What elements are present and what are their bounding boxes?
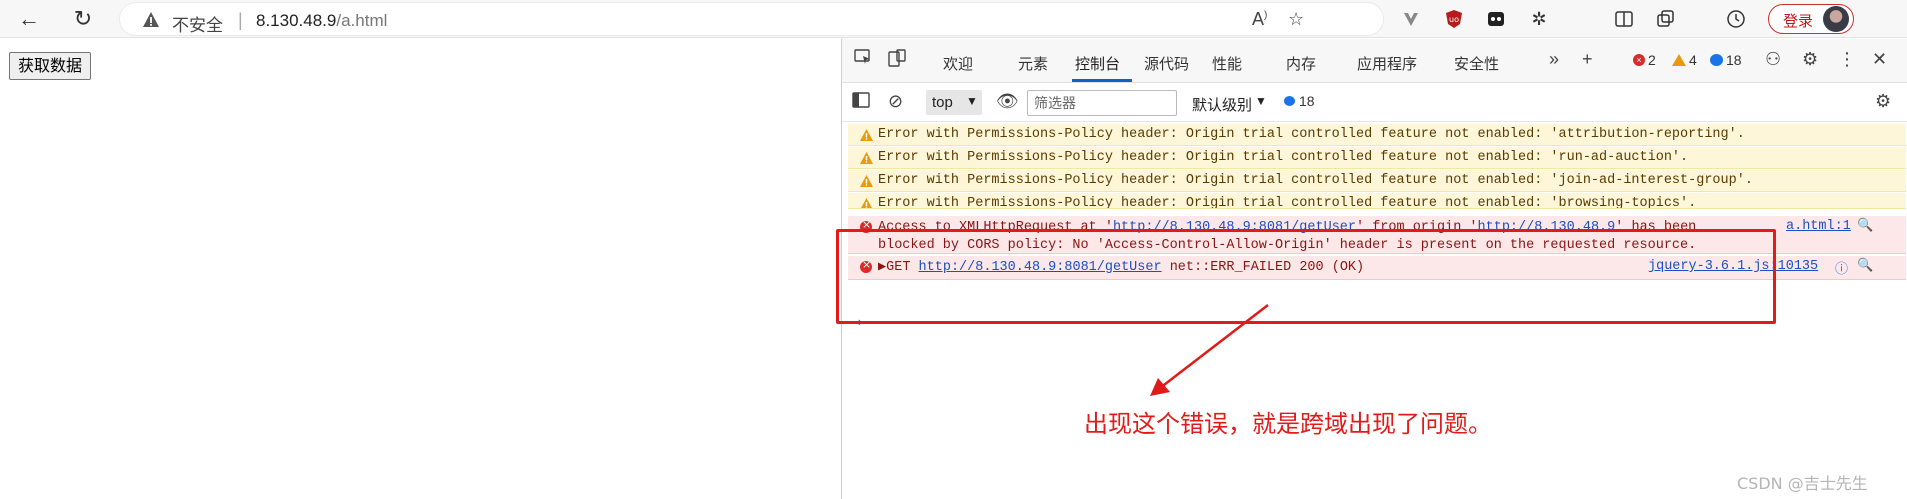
tab-welcome[interactable]: 欢迎 bbox=[943, 53, 973, 74]
warning-message: Error with Permissions-Policy header: Or… bbox=[878, 173, 1753, 188]
url-path: /a.html bbox=[336, 11, 388, 30]
history-icon[interactable] bbox=[1722, 5, 1750, 33]
warning-count: 4 bbox=[1689, 52, 1697, 68]
more-tabs-icon[interactable]: » bbox=[1549, 49, 1559, 70]
filter-message-count[interactable]: 18 bbox=[1284, 93, 1315, 109]
warning-icon bbox=[860, 175, 873, 187]
network-request-icon[interactable]: ⓘ bbox=[1835, 258, 1848, 277]
feedback-icon[interactable]: ⚇ bbox=[1765, 49, 1781, 70]
extension-v-icon[interactable] bbox=[1397, 5, 1425, 33]
tab-security[interactable]: 安全性 bbox=[1454, 53, 1499, 74]
console-warning-row[interactable]: Error with Permissions-Policy header: Or… bbox=[848, 170, 1906, 192]
collections-icon[interactable] bbox=[1652, 5, 1680, 33]
warning-icon bbox=[860, 129, 873, 141]
warning-message: Error with Permissions-Policy header: Or… bbox=[878, 150, 1689, 165]
console-warning-row[interactable]: Error with Permissions-Policy header: Or… bbox=[848, 124, 1906, 146]
add-tab-icon[interactable]: + bbox=[1582, 49, 1593, 70]
annotation-highlight-box bbox=[836, 229, 1776, 324]
extensions-puzzle-icon[interactable]: ✲ bbox=[1525, 5, 1553, 33]
login-button[interactable]: 登录 bbox=[1768, 4, 1854, 34]
devtools-tabbar: 欢迎 元素 控制台 源代码 性能 内存 应用程序 安全性 » + × 2 4 1… bbox=[842, 39, 1907, 83]
console-warning-row[interactable]: Error with Permissions-Policy header: Or… bbox=[848, 193, 1906, 209]
warning-message: Error with Permissions-Policy header: Or… bbox=[878, 196, 1697, 209]
sidebar-toggle-icon[interactable] bbox=[852, 92, 870, 113]
close-devtools-icon[interactable]: ✕ bbox=[1872, 49, 1887, 70]
split-screen-icon[interactable] bbox=[1610, 5, 1638, 33]
tab-application[interactable]: 应用程序 bbox=[1357, 53, 1417, 74]
tab-sources[interactable]: 源代码 bbox=[1144, 53, 1189, 74]
read-aloud-icon[interactable]: A) bbox=[1252, 9, 1267, 30]
console-filterbar: ⊘ top ▼ 👁 默认级别 ▼ 18 ⚙ bbox=[842, 84, 1907, 122]
page-content: 获取数据 bbox=[0, 39, 841, 499]
chevron-down-icon: ▼ bbox=[1255, 94, 1267, 108]
clear-console-icon[interactable]: ⊘ bbox=[888, 91, 903, 112]
source-link[interactable]: a.html:1 bbox=[1786, 219, 1851, 234]
back-icon[interactable]: ← bbox=[14, 4, 44, 34]
search-icon[interactable]: 🔍 bbox=[1857, 218, 1873, 233]
message-icon bbox=[1710, 54, 1723, 66]
error-count: 2 bbox=[1648, 52, 1656, 68]
log-level-select[interactable]: 默认级别 bbox=[1192, 94, 1252, 115]
tab-console[interactable]: 控制台 bbox=[1075, 53, 1120, 74]
more-options-icon[interactable]: ⋮ bbox=[1838, 49, 1856, 70]
console-settings-gear-icon[interactable]: ⚙ bbox=[1875, 91, 1891, 112]
avatar bbox=[1823, 6, 1849, 32]
watermark: CSDN @吉士先生 bbox=[1737, 474, 1868, 493]
error-icon: × bbox=[1633, 54, 1645, 66]
search-icon[interactable]: 🔍 bbox=[1857, 258, 1873, 273]
chevron-down-icon: ▼ bbox=[966, 94, 978, 108]
warning-icon[interactable] bbox=[142, 11, 160, 29]
tab-memory[interactable]: 内存 bbox=[1286, 53, 1316, 74]
message-icon bbox=[1284, 96, 1295, 106]
address-bar[interactable]: 不安全 | 8.130.48.9/a.html A) ☆ bbox=[119, 2, 1384, 36]
live-expression-eye-icon[interactable]: 👁 bbox=[996, 91, 1019, 112]
console-warning-row[interactable]: Error with Permissions-Policy header: Or… bbox=[848, 147, 1906, 169]
extension-dark-icon[interactable] bbox=[1482, 5, 1510, 33]
filter-message-count-value: 18 bbox=[1299, 93, 1315, 109]
settings-gear-icon[interactable]: ⚙ bbox=[1802, 49, 1818, 70]
url-text[interactable]: 8.130.48.9/a.html bbox=[256, 11, 387, 31]
ublock-icon[interactable]: uo bbox=[1440, 5, 1468, 33]
console-filter-input[interactable] bbox=[1027, 90, 1177, 116]
warning-count-badge[interactable]: 4 bbox=[1672, 52, 1697, 68]
warning-icon bbox=[1672, 54, 1686, 66]
device-emulation-icon[interactable] bbox=[888, 49, 906, 72]
context-label: top bbox=[932, 94, 953, 111]
url-host: 8.130.48.9 bbox=[256, 11, 337, 30]
login-label: 登录 bbox=[1783, 13, 1814, 30]
browser-toolbar: ← ↻ 不安全 | 8.130.48.9/a.html A) ☆ uo ✲ 登录 bbox=[0, 0, 1907, 38]
favorite-star-icon[interactable]: ☆ bbox=[1288, 9, 1304, 30]
context-select[interactable]: top ▼ bbox=[926, 90, 982, 115]
fetch-data-button[interactable]: 获取数据 bbox=[9, 52, 92, 80]
tab-performance[interactable]: 性能 bbox=[1212, 53, 1242, 74]
message-count: 18 bbox=[1726, 52, 1742, 68]
warning-icon bbox=[861, 198, 872, 208]
refresh-icon[interactable]: ↻ bbox=[68, 4, 98, 34]
security-status[interactable]: 不安全 bbox=[172, 11, 223, 36]
tab-elements[interactable]: 元素 bbox=[1018, 53, 1048, 74]
address-separator: | bbox=[238, 10, 243, 30]
annotation-text: 出现这个错误，就是跨域出现了问题。 bbox=[1084, 410, 1492, 438]
message-count-badge[interactable]: 18 bbox=[1710, 52, 1742, 68]
active-tab-indicator bbox=[1072, 79, 1132, 82]
inspect-element-icon[interactable] bbox=[854, 49, 872, 70]
warning-message: Error with Permissions-Policy header: Or… bbox=[878, 127, 1745, 142]
error-count-badge[interactable]: × 2 bbox=[1633, 52, 1656, 68]
svg-text:uo: uo bbox=[1449, 15, 1459, 24]
warning-icon bbox=[860, 152, 873, 164]
